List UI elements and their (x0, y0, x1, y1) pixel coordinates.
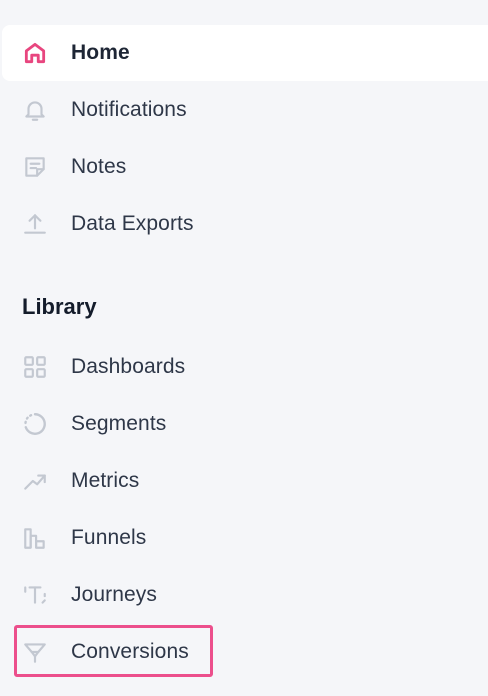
upload-icon (22, 211, 48, 237)
nav-item-metrics[interactable]: Metrics (0, 453, 488, 509)
funnel-bars-icon (22, 525, 48, 551)
nav-item-notes[interactable]: Notes (0, 139, 488, 195)
nav-item-funnels-label: Funnels (71, 526, 147, 549)
bell-icon (22, 97, 48, 123)
nav-item-data-exports[interactable]: Data Exports (0, 196, 488, 252)
nav-item-notifications[interactable]: Notifications (0, 82, 488, 138)
section-title-library: Library (22, 294, 97, 319)
dashboard-grid-icon (22, 354, 48, 380)
nav-item-conversions-label: Conversions (71, 640, 189, 663)
funnel-icon (22, 639, 48, 665)
home-icon (22, 40, 48, 66)
nav-item-segments[interactable]: Segments (0, 396, 488, 452)
trend-up-icon (22, 468, 48, 494)
nav-item-notes-label: Notes (71, 155, 127, 178)
nav-item-funnels[interactable]: Funnels (0, 510, 488, 566)
sidebar: Home Notifications Notes Data Exports Li… (0, 0, 488, 696)
nav-item-home[interactable]: Home (2, 25, 488, 81)
notes-icon (22, 154, 48, 180)
segments-icon (22, 411, 48, 437)
nav-item-metrics-label: Metrics (71, 469, 140, 492)
nav-item-dashboards[interactable]: Dashboards (0, 339, 488, 395)
nav-item-conversions[interactable]: Conversions (0, 624, 488, 680)
nav-item-home-label: Home (71, 41, 130, 64)
nav-item-journeys-label: Journeys (71, 583, 158, 606)
nav-item-segments-label: Segments (71, 412, 167, 435)
nav-item-journeys[interactable]: Journeys (0, 567, 488, 623)
nav-item-data-exports-label: Data Exports (71, 212, 194, 235)
nav-item-dashboards-label: Dashboards (71, 355, 186, 378)
journey-path-icon (22, 582, 48, 608)
nav-item-notifications-label: Notifications (71, 98, 187, 121)
